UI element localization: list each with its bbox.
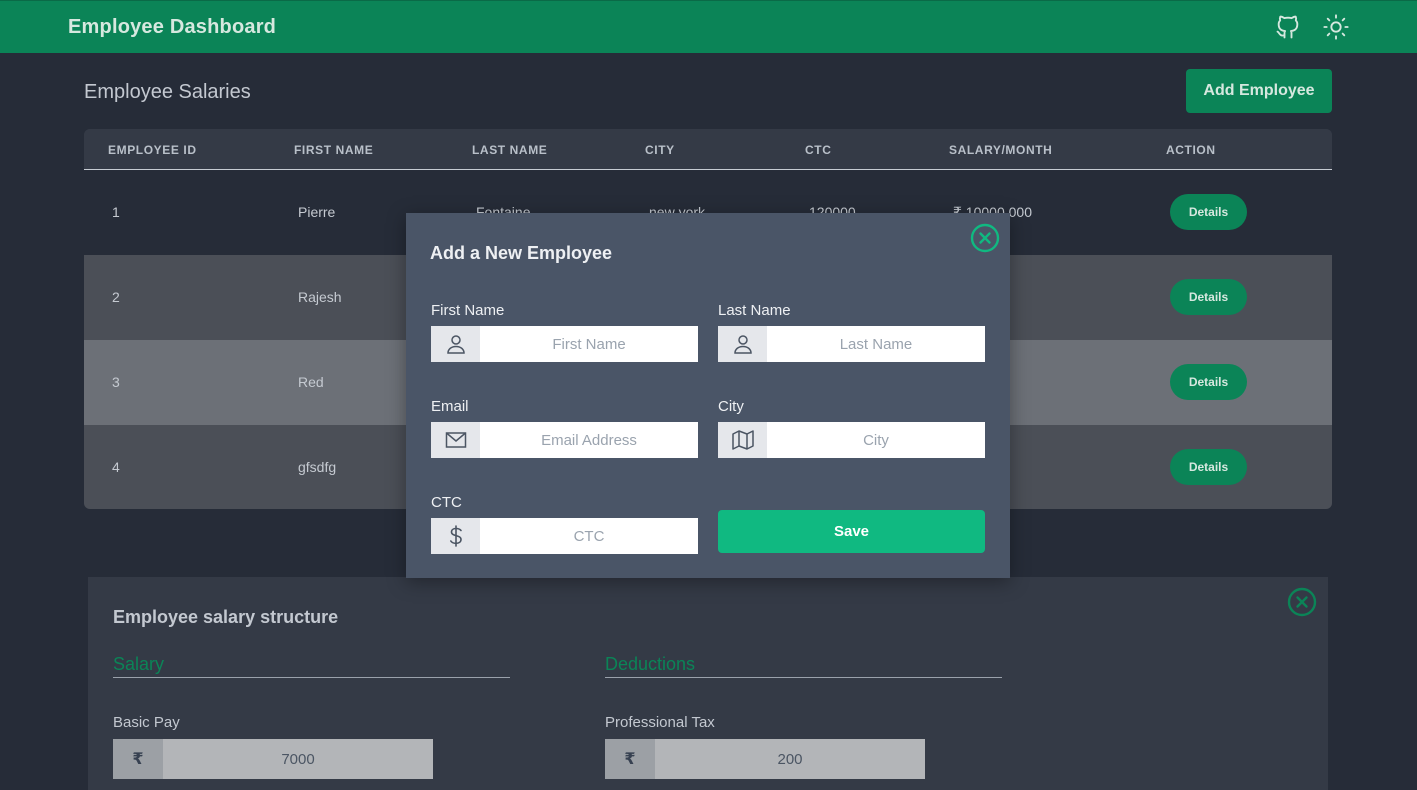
first-name-input[interactable]	[480, 326, 698, 362]
rupee-icon: ₹	[605, 739, 655, 779]
salary-heading: Salary	[113, 654, 165, 674]
table-header: Employee ID First Name Last Name City CT…	[84, 129, 1332, 170]
close-panel-icon[interactable]	[1287, 587, 1317, 617]
ctc-label: CTC	[431, 494, 462, 511]
user-icon	[431, 326, 480, 362]
dollar-icon	[431, 518, 480, 554]
professional-tax-value: 200	[777, 750, 803, 768]
add-employee-button[interactable]: Add Employee	[1186, 69, 1332, 113]
basic-pay-label: Basic Pay	[113, 714, 180, 731]
envelope-icon	[431, 422, 480, 458]
details-button[interactable]: Details	[1170, 364, 1247, 400]
app-title: Employee Dashboard	[68, 16, 277, 38]
column-header-ctc: CTC	[805, 143, 832, 157]
first-name-group	[431, 326, 698, 362]
column-header-employee-id: Employee ID	[108, 143, 197, 157]
first-name-label: First Name	[431, 302, 505, 319]
cell-employee-id: 3	[112, 374, 120, 390]
cell-first-name: Pierre	[298, 204, 336, 220]
city-group	[718, 422, 985, 458]
ctc-input[interactable]	[480, 518, 698, 554]
cell-employee-id: 4	[112, 459, 120, 475]
cell-employee-id: 2	[112, 289, 120, 305]
details-button[interactable]: Details	[1170, 279, 1247, 315]
salary-divider	[113, 677, 510, 678]
column-header-first-name: First Name	[294, 143, 374, 157]
last-name-label: Last Name	[718, 302, 791, 319]
save-button[interactable]: Save	[718, 510, 985, 553]
close-modal-icon[interactable]	[970, 223, 1000, 253]
section-title: Employee Salaries	[84, 81, 251, 103]
professional-tax-label: Professional Tax	[605, 714, 715, 731]
column-header-action: Action	[1166, 143, 1216, 157]
last-name-input[interactable]	[767, 326, 985, 362]
modal-title: Add a New Employee	[430, 243, 613, 263]
sun-icon[interactable]	[1322, 13, 1350, 41]
email-label: Email	[431, 398, 469, 415]
column-header-salary: Salary/Month	[949, 143, 1053, 157]
last-name-group	[718, 326, 985, 362]
cell-employee-id: 1	[112, 204, 120, 220]
email-group	[431, 422, 698, 458]
ctc-group	[431, 518, 698, 554]
rupee-icon: ₹	[113, 739, 163, 779]
details-button[interactable]: Details	[1170, 194, 1247, 230]
add-employee-modal: Add a New Employee First Name Last Name …	[406, 213, 1010, 578]
city-input[interactable]	[767, 422, 985, 458]
column-header-city: City	[645, 143, 675, 157]
cell-first-name: Rajesh	[298, 289, 342, 305]
cell-first-name: gfsdfg	[298, 459, 337, 475]
email-input[interactable]	[480, 422, 698, 458]
panel-title: Employee salary structure	[113, 607, 339, 627]
deductions-divider	[605, 677, 1002, 678]
top-bar: Employee Dashboard	[0, 0, 1417, 53]
deductions-heading: Deductions	[605, 654, 696, 674]
cell-first-name: Red	[298, 374, 324, 390]
column-header-last-name: Last Name	[472, 143, 548, 157]
user-icon	[718, 326, 767, 362]
map-icon	[718, 422, 767, 458]
city-label: City	[718, 398, 744, 415]
details-button[interactable]: Details	[1170, 449, 1247, 485]
github-icon[interactable]	[1274, 13, 1302, 41]
professional-tax-field: ₹ 200	[605, 739, 925, 779]
salary-structure-panel: Employee salary structure Salary Deducti…	[88, 577, 1328, 790]
basic-pay-field: ₹ 7000	[113, 739, 433, 779]
basic-pay-value: 7000	[281, 750, 315, 768]
